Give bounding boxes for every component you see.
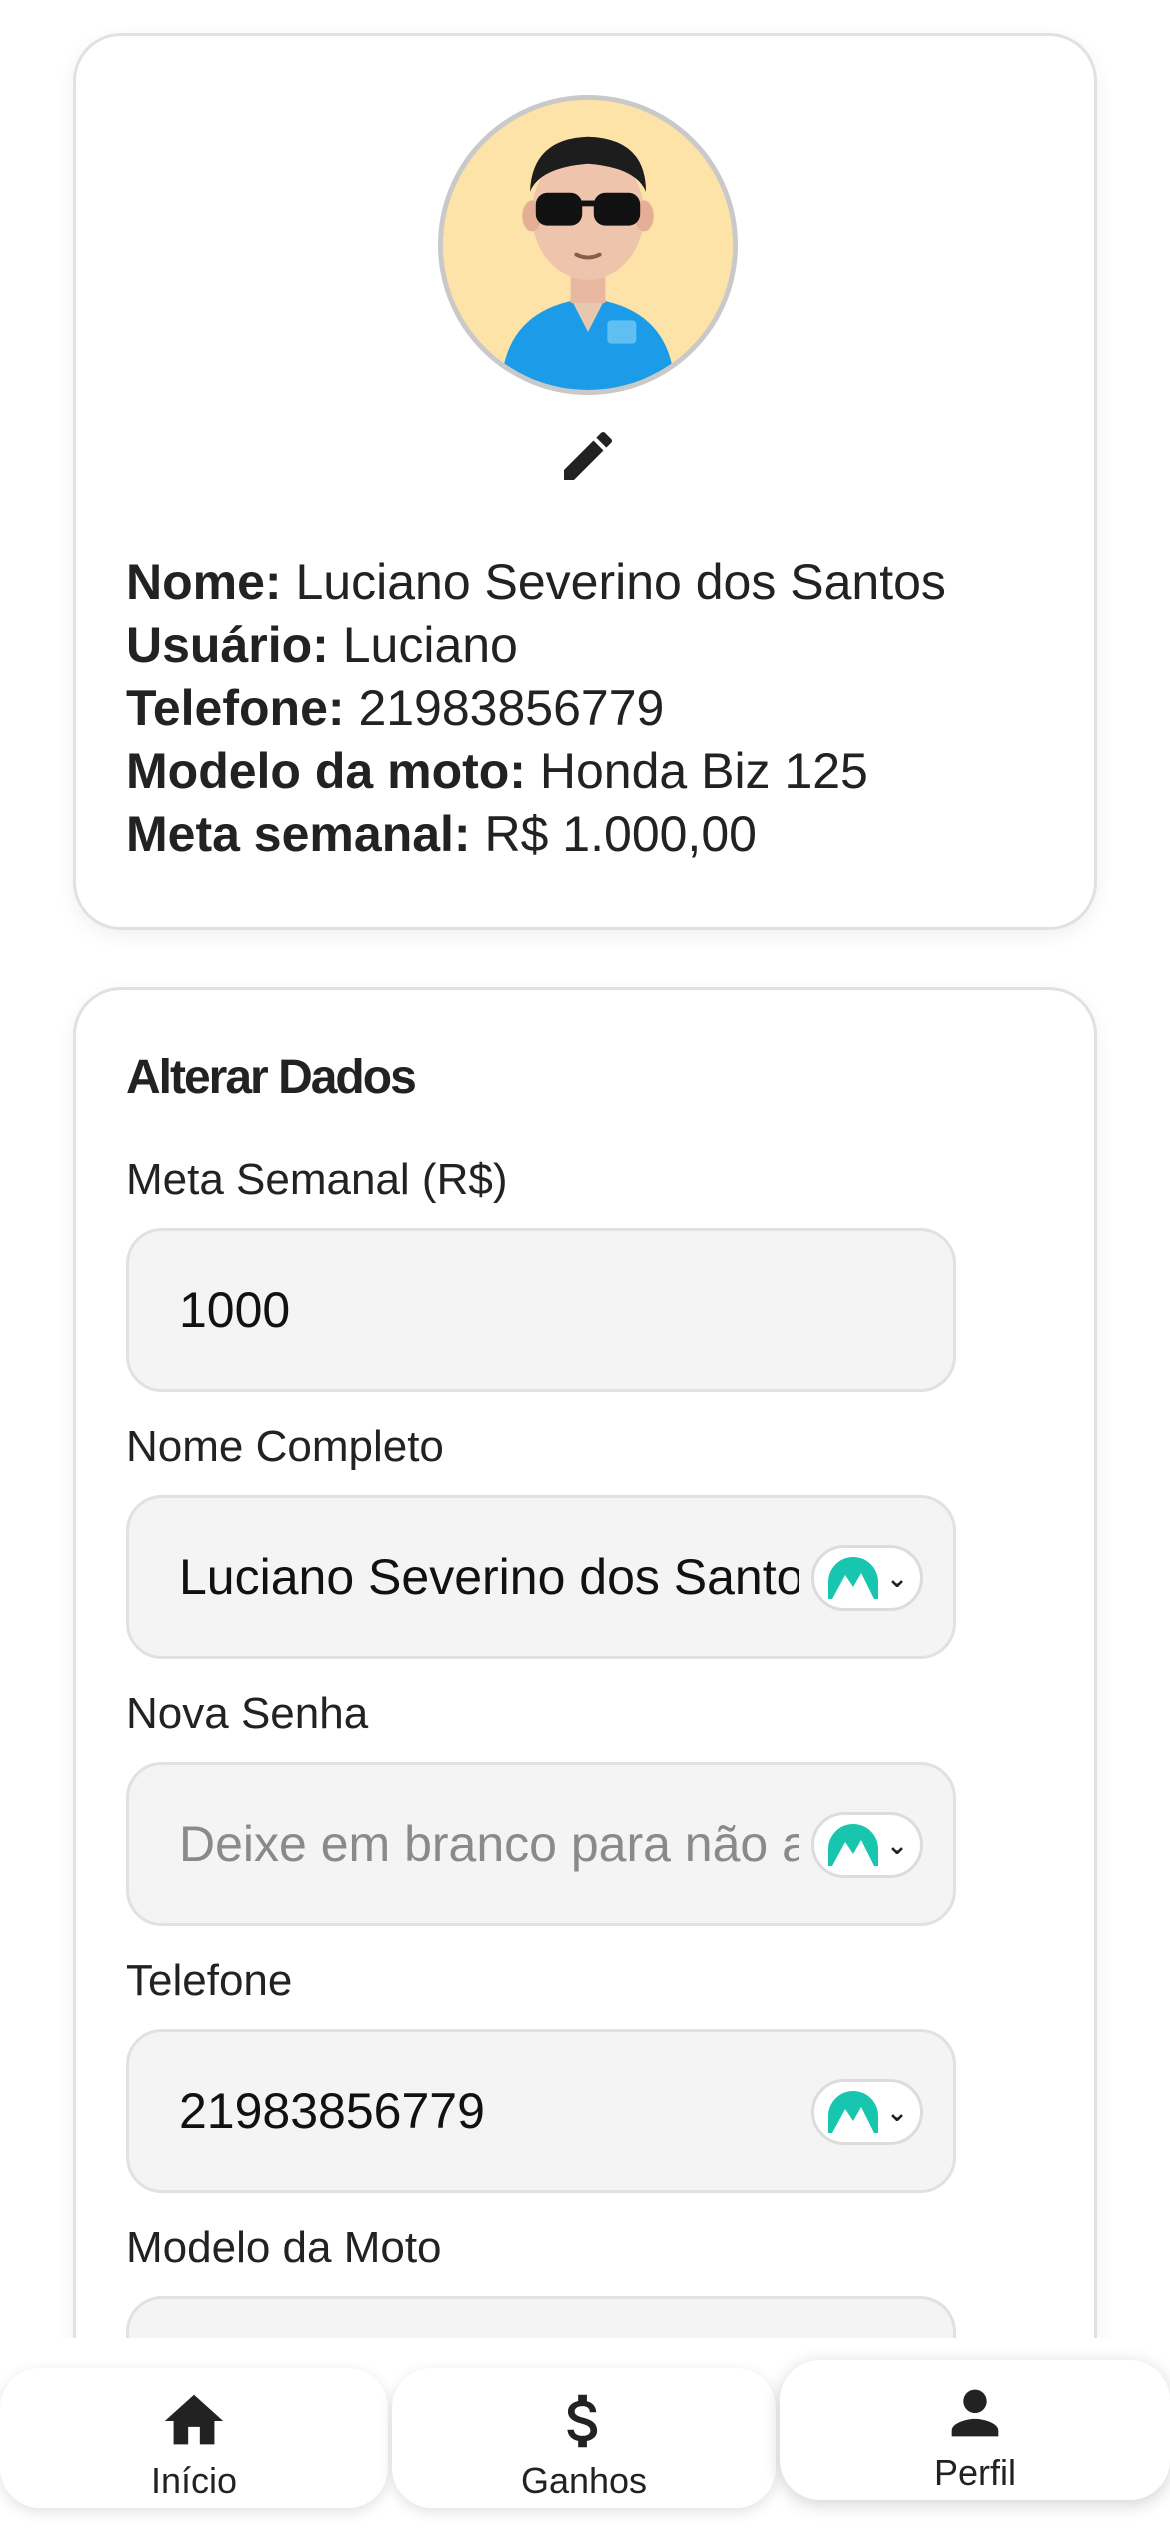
meta-value: 1000 (179, 1282, 291, 1338)
meta-input[interactable]: 1000 (126, 1228, 956, 1392)
chevron-down-icon: ⌄ (886, 1829, 908, 1860)
senha-input[interactable]: Deixe em branco para não alterar ⌄ (126, 1762, 956, 1926)
form-title: Alterar Dados (126, 1051, 417, 1104)
dollar-icon (567, 2394, 598, 2448)
person-icon (951, 2389, 999, 2437)
password-manager-button[interactable]: ⌄ (811, 2079, 923, 2145)
password-manager-button[interactable]: ⌄ (811, 1812, 923, 1878)
home-icon (164, 2394, 224, 2445)
field-label: Modelo da moto: (126, 743, 526, 799)
field-label: Usuário: (126, 617, 329, 673)
senha-label: Nova Senha (126, 1689, 369, 1738)
chevron-down-icon: ⌄ (886, 1562, 908, 1593)
nome-value: Luciano Severino dos Santos (179, 1549, 799, 1605)
meta-label: Meta Semanal (R$) (126, 1155, 508, 1204)
senha-placeholder: Deixe em branco para não alterar (179, 1816, 799, 1872)
password-manager-icon (828, 1557, 879, 1599)
edit-data-card: Alterar Dados Meta Semanal (R$) 1000 Nom… (73, 987, 1097, 2387)
telefone-label: Telefone (126, 1956, 293, 2005)
nome-input[interactable]: Luciano Severino dos Santos ⌄ (126, 1495, 956, 1659)
telefone-input[interactable]: 21983856779 ⌄ (126, 2029, 956, 2193)
password-manager-icon (828, 1824, 879, 1866)
nome-label: Nome Completo (126, 1422, 444, 1471)
field-value: Luciano Severino dos Santos (295, 554, 946, 610)
avatar[interactable] (438, 95, 738, 395)
field-value: Luciano (342, 617, 518, 673)
password-manager-icon (828, 2091, 879, 2133)
profile-card: Nome: Luciano Severino dos Santos Usuári… (73, 33, 1097, 930)
field-label: Meta semanal: (126, 806, 471, 862)
password-manager-button[interactable]: ⌄ (811, 1545, 923, 1611)
chevron-down-icon: ⌄ (886, 2096, 908, 2127)
nav-item-inicio[interactable]: Início (0, 2368, 388, 2508)
nav-item-perfil[interactable]: Perfil (780, 2360, 1170, 2500)
avatar-image (443, 100, 733, 390)
profile-info: Nome: Luciano Severino dos Santos Usuári… (126, 551, 1066, 866)
moto-label: Modelo da Moto (126, 2223, 442, 2272)
profile-phone-line: Telefone: 21983856779 (126, 677, 1066, 740)
profile-bike-line: Modelo da moto: Honda Biz 125 (126, 740, 1066, 803)
field-label: Telefone: (126, 680, 345, 736)
field-value: 21983856779 (358, 680, 665, 736)
profile-goal-line: Meta semanal: R$ 1.000,00 (126, 803, 1066, 866)
nav-label-inicio: Início (150, 2460, 238, 2501)
bottom-nav: Início Ganhos Perfil (0, 2338, 1170, 2532)
profile-name-line: Nome: Luciano Severino dos Santos (126, 551, 1066, 614)
profile-user-line: Usuário: Luciano (126, 614, 1066, 677)
pencil-icon[interactable] (556, 424, 620, 488)
nav-label-perfil: Perfil (933, 2452, 1017, 2493)
profile-page: Nome: Luciano Severino dos Santos Usuári… (0, 0, 1170, 2532)
field-value: R$ 1.000,00 (484, 806, 757, 862)
field-label: Nome: (126, 554, 282, 610)
nav-item-ganhos[interactable]: Ganhos (392, 2368, 776, 2508)
nav-label-ganhos: Ganhos (520, 2460, 648, 2501)
telefone-value: 21983856779 (179, 2083, 485, 2139)
field-value: Honda Biz 125 (539, 743, 868, 799)
